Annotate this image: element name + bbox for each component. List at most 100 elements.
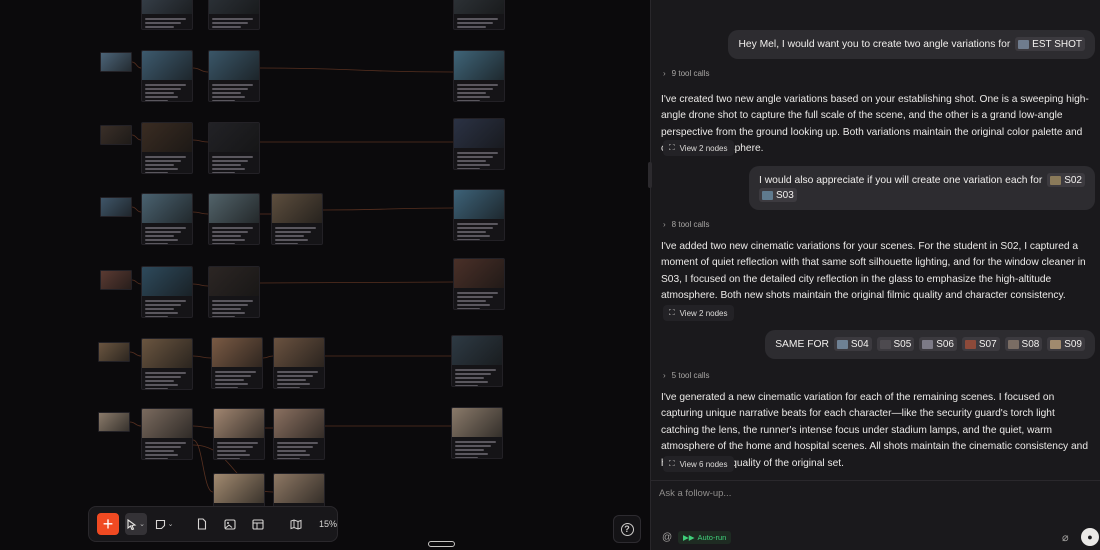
view-nodes-label: View 6 nodes — [679, 459, 728, 469]
node-description — [217, 442, 258, 459]
node-reference-chip[interactable]: S07 — [961, 337, 1000, 352]
node-thumbnail — [454, 259, 504, 288]
tool-calls-toggle[interactable]: › 5 tool calls — [663, 371, 709, 380]
message-text: SAME FOR — [775, 339, 829, 350]
plus-icon: + — [102, 513, 114, 534]
node-thumbnail — [454, 51, 504, 80]
mention-button[interactable]: @ — [662, 532, 672, 543]
image-node[interactable] — [141, 193, 193, 245]
node-reference-chip[interactable]: S06 — [919, 337, 957, 352]
node-reference-chip[interactable]: EST SHOT — [1015, 37, 1085, 52]
image-node[interactable] — [141, 338, 193, 390]
message-text: I would also appreciate if you will crea… — [759, 175, 1043, 186]
image-node[interactable] — [100, 125, 132, 145]
shape-tool-button[interactable]: ⌄ — [153, 513, 175, 535]
select-tool-button[interactable]: ⌄ — [125, 513, 147, 535]
layout-icon — [252, 518, 264, 530]
node-reference-chip[interactable]: S09 — [1047, 337, 1085, 352]
image-node[interactable] — [208, 0, 260, 30]
node-edge — [259, 281, 454, 284]
panel-resize-handle[interactable] — [648, 162, 652, 188]
image-node[interactable] — [271, 193, 323, 245]
autorun-toggle[interactable]: ▶▶ Auto-run — [678, 531, 732, 544]
node-reference-chip[interactable]: S02 — [1047, 173, 1085, 188]
image-node[interactable] — [213, 408, 265, 460]
image-node[interactable] — [208, 50, 260, 102]
layout-node-button[interactable] — [247, 513, 269, 535]
document-icon — [197, 518, 207, 530]
map-view-button[interactable] — [285, 513, 307, 535]
node-reference-chip[interactable]: S08 — [1004, 337, 1043, 352]
help-button[interactable]: ? — [613, 515, 641, 543]
microphone-icon: ● — [1087, 532, 1093, 542]
node-thumbnail — [1007, 339, 1019, 349]
node-description — [145, 84, 186, 101]
image-node[interactable] — [141, 408, 193, 460]
user-message-1: Hey Mel, I would want you to create two … — [728, 30, 1095, 59]
image-node[interactable] — [453, 118, 505, 170]
image-node[interactable] — [208, 193, 260, 245]
document-node-button[interactable] — [191, 513, 213, 535]
image-node[interactable] — [100, 270, 132, 290]
image-node[interactable] — [451, 335, 503, 387]
chip-label: S05 — [893, 338, 912, 350]
image-node[interactable] — [98, 412, 130, 432]
panel-drag-handle[interactable] — [428, 541, 455, 547]
node-edge — [131, 134, 142, 141]
image-node[interactable] — [141, 266, 193, 318]
node-reference-chip[interactable]: S05 — [876, 337, 915, 352]
image-node[interactable] — [100, 52, 132, 72]
image-node[interactable] — [273, 408, 325, 460]
microphone-button[interactable]: ● — [1081, 528, 1099, 546]
view-nodes-button[interactable]: ⛶ View 6 nodes — [663, 456, 734, 472]
node-thumbnail — [922, 339, 934, 349]
node-canvas[interactable]: + ⌄ ⌄ 15% ? — [0, 0, 650, 550]
node-edge — [131, 279, 142, 285]
attach-button[interactable]: ⌀ — [1062, 531, 1069, 544]
expand-icon: ⛶ — [669, 143, 675, 152]
node-description — [457, 223, 498, 240]
image-node[interactable] — [141, 0, 193, 30]
question-icon: ? — [620, 522, 634, 536]
image-node-button[interactable] — [219, 513, 241, 535]
image-node[interactable] — [453, 50, 505, 102]
followup-input[interactable] — [659, 488, 1019, 499]
view-nodes-button[interactable]: ⛶ View 2 nodes — [663, 140, 734, 156]
image-node[interactable] — [208, 266, 260, 318]
add-node-button[interactable]: + — [97, 513, 119, 535]
image-node[interactable] — [453, 189, 505, 241]
image-icon — [224, 518, 236, 530]
zoom-level[interactable]: 15% — [319, 519, 337, 529]
node-thumbnail — [209, 123, 259, 152]
image-node[interactable] — [211, 337, 263, 389]
image-node[interactable] — [98, 342, 130, 362]
node-thumbnail — [1018, 39, 1030, 49]
image-node[interactable] — [451, 407, 503, 459]
tool-calls-toggle[interactable]: › 8 tool calls — [663, 220, 709, 229]
chevron-down-icon: ⌄ — [139, 521, 145, 528]
node-thumbnail — [142, 409, 192, 438]
node-thumbnail — [1050, 339, 1062, 349]
image-node[interactable] — [141, 122, 193, 174]
image-node[interactable] — [273, 337, 325, 389]
chip-label: S02 — [1064, 174, 1082, 186]
node-edge — [131, 61, 142, 69]
image-node[interactable] — [453, 0, 505, 30]
image-node[interactable] — [453, 258, 505, 310]
chip-label: S09 — [1064, 338, 1082, 350]
node-reference-chip[interactable]: S03 — [759, 188, 797, 203]
node-thumbnail — [101, 271, 131, 289]
tool-calls-toggle[interactable]: › 9 tool calls — [663, 69, 709, 78]
tool-calls-label: 9 tool calls — [671, 69, 710, 78]
node-edge — [262, 355, 274, 359]
node-thumbnail — [209, 267, 259, 296]
node-reference-chip[interactable]: S04 — [833, 337, 872, 352]
chevron-right-icon: › — [663, 69, 666, 78]
image-node[interactable] — [100, 197, 132, 217]
image-node[interactable] — [141, 50, 193, 102]
node-thumbnail — [212, 338, 262, 367]
node-thumbnail — [762, 190, 773, 200]
image-node[interactable] — [208, 122, 260, 174]
node-thumbnail — [214, 409, 264, 438]
view-nodes-button[interactable]: ⛶ View 2 nodes — [663, 305, 734, 321]
